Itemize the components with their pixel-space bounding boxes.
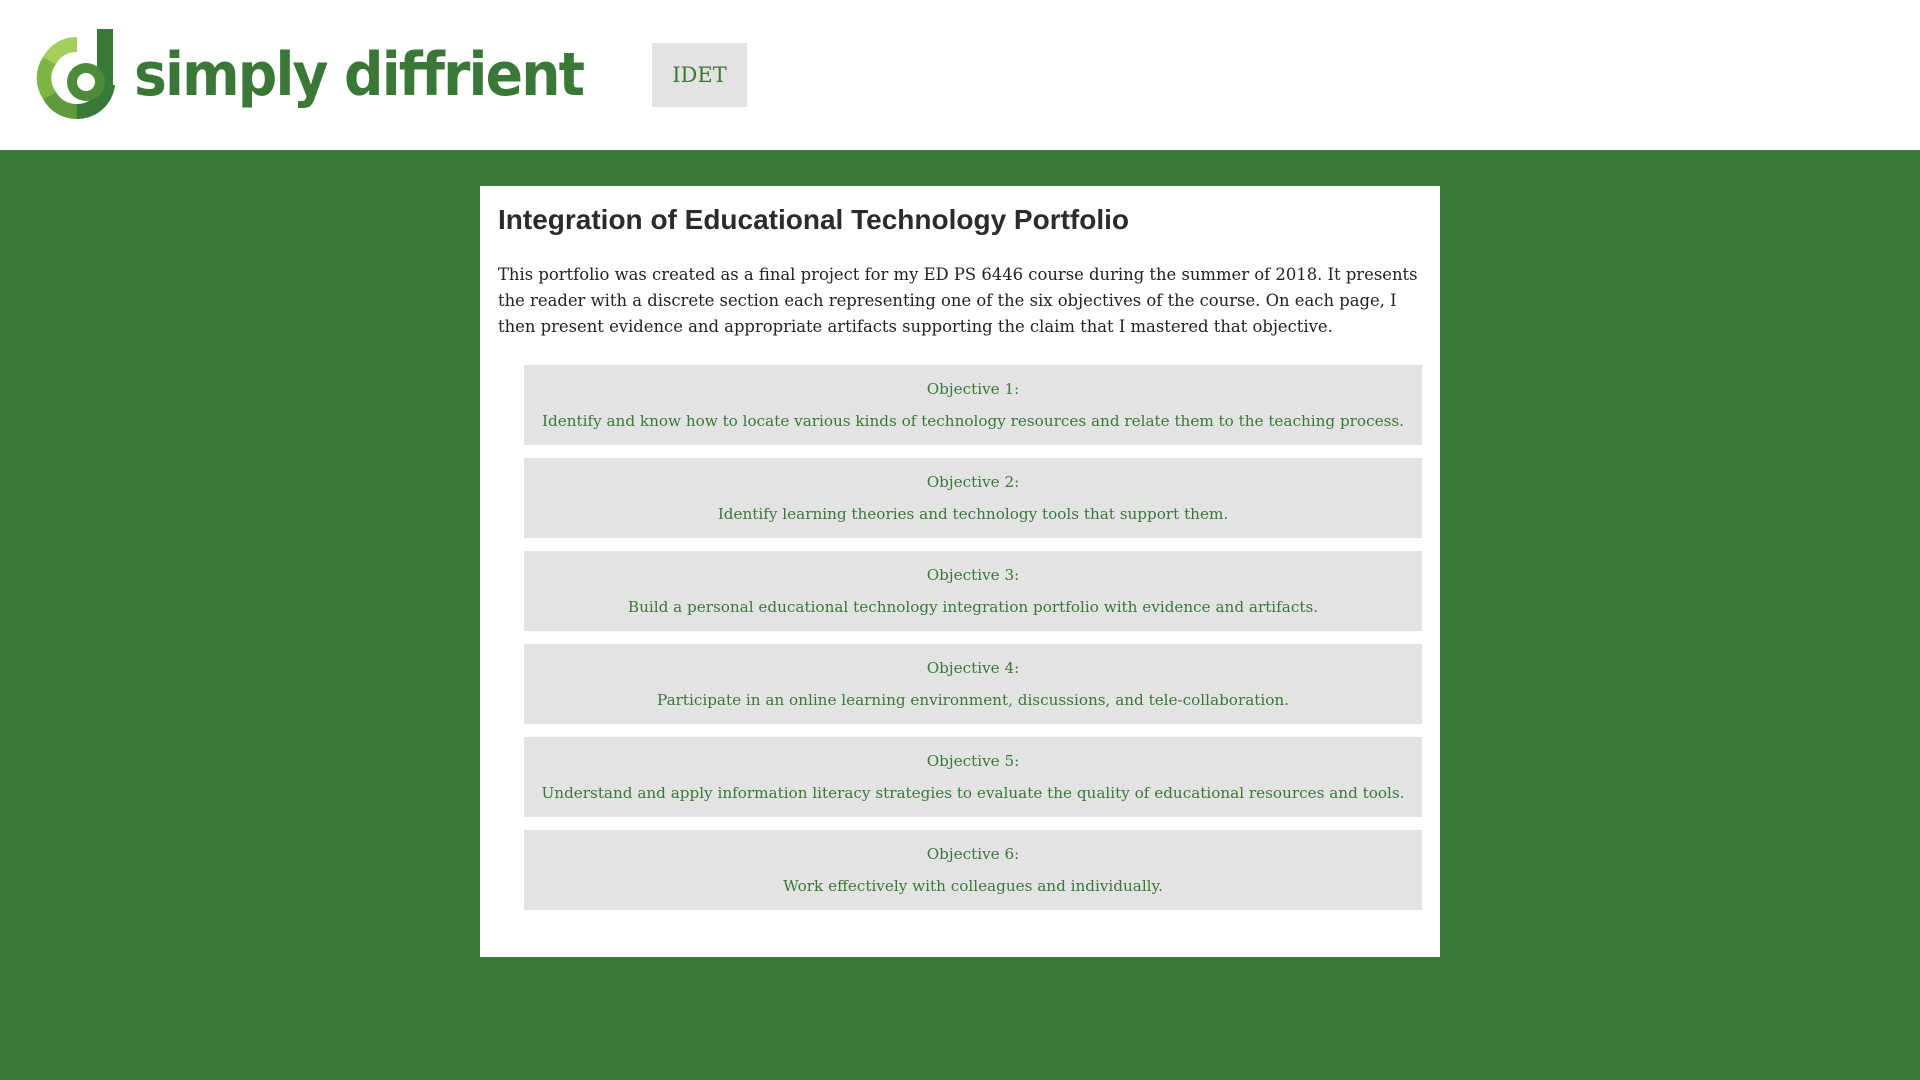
content-card: Integration of Educational Technology Po… (480, 186, 1440, 957)
objective-label: Objective 2: (926, 473, 1020, 491)
page-title: Integration of Educational Technology Po… (498, 204, 1130, 235)
objective-label: Objective 3: (926, 566, 1020, 584)
objective-1-link[interactable]: Objective 1: Identify and know how to lo… (524, 365, 1422, 445)
site-header: simply diffrient IDET (0, 0, 1920, 150)
objective-3-link[interactable]: Objective 3: Build a personal educationa… (524, 551, 1422, 631)
objective-description: Identify learning theories and technolog… (717, 505, 1229, 523)
logo-text: simply diffrient (134, 40, 585, 110)
objective-label: Objective 6: (926, 845, 1020, 863)
objective-description: Build a personal educational technology … (627, 598, 1319, 616)
objective-5-link[interactable]: Objective 5: Understand and apply inform… (524, 737, 1422, 817)
objective-description: Work effectively with colleagues and ind… (783, 877, 1163, 895)
objective-description: Participate in an online learning enviro… (657, 691, 1289, 709)
objective-label: Objective 1: (926, 380, 1020, 398)
objective-description: Identify and know how to locate various … (542, 412, 1404, 430)
idet-nav-button[interactable]: IDET (652, 43, 747, 107)
objective-label: Objective 4: (926, 659, 1020, 677)
objective-label: Objective 5: (926, 752, 1020, 770)
intro-paragraph: This portfolio was created as a final pr… (498, 265, 1418, 336)
objective-2-link[interactable]: Objective 2: Identify learning theories … (524, 458, 1422, 538)
site-logo[interactable]: simply diffrient (34, 27, 622, 123)
logo-d-icon (36, 29, 115, 120)
objective-4-link[interactable]: Objective 4: Participate in an online le… (524, 644, 1422, 724)
objectives-list: Objective 1: Identify and know how to lo… (524, 365, 1422, 923)
objective-description: Understand and apply information literac… (541, 784, 1405, 802)
objective-6-link[interactable]: Objective 6: Work effectively with colle… (524, 830, 1422, 910)
